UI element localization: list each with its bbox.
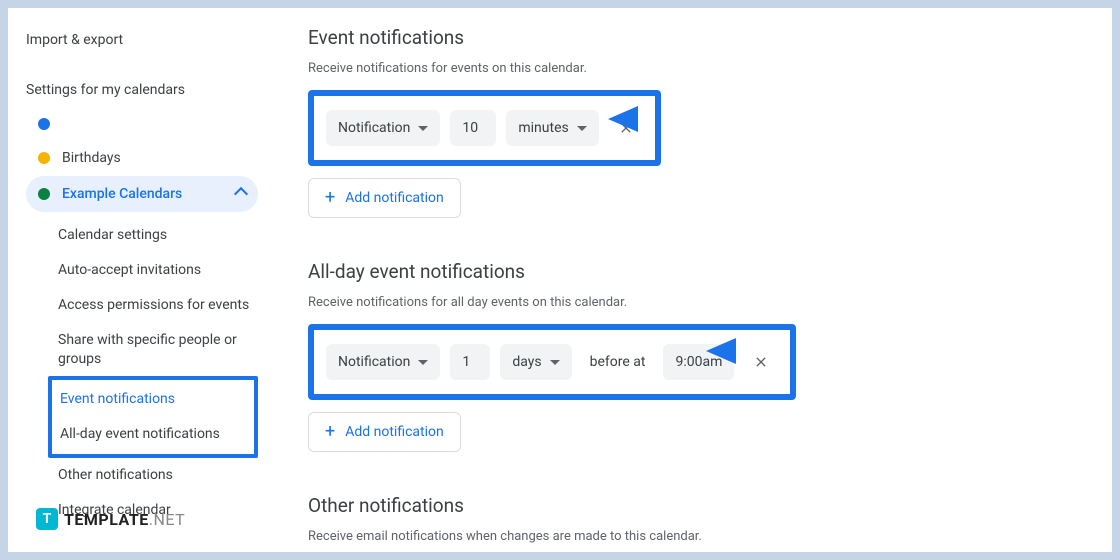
watermark: T TEMPLATE.NET — [36, 508, 185, 530]
section-title: Other notifications — [308, 494, 1072, 517]
caret-down-icon — [550, 360, 560, 365]
allday-unit-label: days — [512, 354, 541, 370]
caret-down-icon — [577, 126, 587, 131]
section-allday-notifications: All-day event notifications Receive noti… — [308, 260, 1072, 452]
calendar-item-example[interactable]: Example Calendars — [26, 176, 258, 212]
calendar-color-dot — [38, 152, 50, 164]
calendar-item-birthdays[interactable]: Birthdays — [26, 140, 258, 176]
notification-type-select[interactable]: Notification — [326, 110, 440, 146]
calendar-color-dot — [38, 188, 50, 200]
caret-down-icon — [418, 360, 428, 365]
subitem-auto-accept[interactable]: Auto-accept invitations — [50, 253, 258, 288]
section-desc: Receive notifications for all day events… — [308, 295, 1072, 310]
sidebar: Import & export Settings for my calendar… — [8, 8, 268, 552]
subitem-share[interactable]: Share with specific people or groups — [50, 323, 258, 377]
calendar-item-unnamed[interactable] — [26, 108, 258, 140]
watermark-text: TEMPLATE.NET — [64, 510, 185, 529]
allday-type-select[interactable]: Notification — [326, 344, 440, 380]
section-other-notifications: Other notifications Receive email notifi… — [308, 494, 1072, 544]
section-title: All-day event notifications — [308, 260, 1072, 283]
subitem-other-notifications[interactable]: Other notifications — [50, 458, 258, 493]
notification-value-input[interactable]: 10 — [450, 110, 496, 146]
plus-icon: + — [325, 189, 335, 207]
allday-before-label: before at — [582, 344, 654, 380]
notification-unit-select[interactable]: minutes — [506, 110, 598, 146]
subitem-allday-notifications[interactable]: All-day event notifications — [52, 417, 254, 452]
sidebar-section-title: Settings for my calendars — [26, 82, 258, 98]
notification-unit-label: minutes — [518, 120, 568, 136]
caret-down-icon — [418, 126, 428, 131]
annotation-arrow — [706, 330, 780, 376]
section-title: Event notifications — [308, 26, 1072, 49]
add-notification-button[interactable]: + Add notification — [308, 178, 461, 218]
section-desc: Receive notifications for events on this… — [308, 61, 1072, 76]
section-event-notifications: Event notifications Receive notification… — [308, 26, 1072, 218]
chevron-up-icon — [234, 187, 248, 201]
plus-icon: + — [325, 423, 335, 441]
add-allday-notification-button[interactable]: + Add notification — [308, 412, 461, 452]
allday-value-input[interactable]: 1 — [450, 344, 490, 380]
calendar-label: Birthdays — [62, 150, 121, 166]
annotation-arrow — [608, 98, 682, 144]
notification-value: 10 — [462, 120, 478, 136]
watermark-logo: T — [36, 508, 58, 530]
calendar-sub-list: Calendar settings Auto-accept invitation… — [26, 212, 258, 534]
calendar-color-dot — [38, 118, 50, 130]
sidebar-import-export[interactable]: Import & export — [26, 26, 258, 54]
allday-type-label: Notification — [338, 354, 410, 370]
notification-type-label: Notification — [338, 120, 410, 136]
allday-value: 1 — [462, 354, 470, 370]
add-allday-label: Add notification — [345, 424, 444, 440]
section-desc: Receive email notifications when changes… — [308, 529, 1072, 544]
allday-unit-select[interactable]: days — [500, 344, 571, 380]
main-content: Event notifications Receive notification… — [268, 8, 1112, 552]
settings-window: Import & export Settings for my calendar… — [8, 8, 1112, 552]
subitem-event-notifications[interactable]: Event notifications — [52, 382, 254, 417]
calendar-label: Example Calendars — [62, 186, 182, 202]
add-notification-label: Add notification — [345, 190, 444, 206]
subitem-access-permissions[interactable]: Access permissions for events — [50, 288, 258, 323]
subitem-calendar-settings[interactable]: Calendar settings — [50, 218, 258, 253]
sidebar-highlight: Event notifications All-day event notifi… — [48, 376, 258, 458]
